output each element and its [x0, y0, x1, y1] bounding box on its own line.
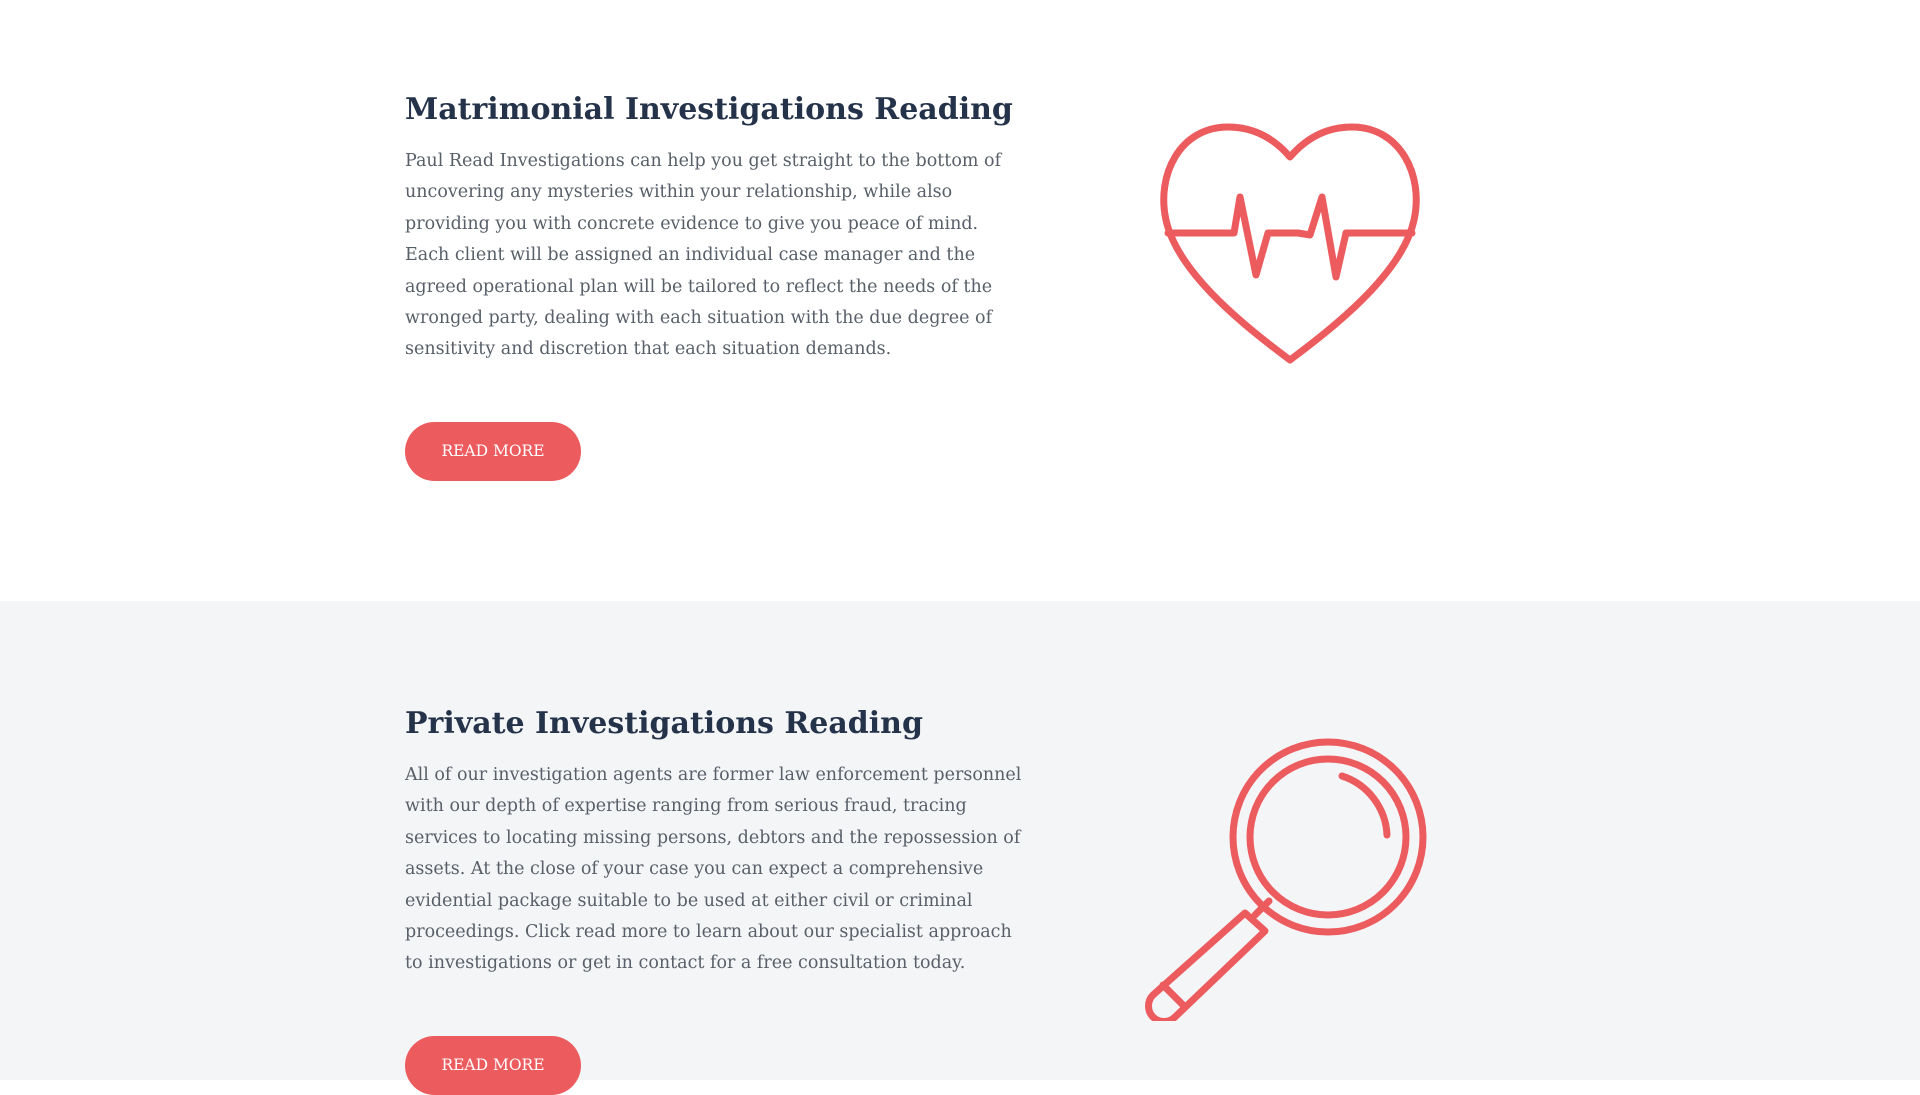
matrimonial-section: Matrimonial Investigations Reading Paul … [0, 0, 1920, 601]
matrimonial-heading: Matrimonial Investigations Reading [405, 92, 1013, 127]
private-read-more-button[interactable]: READ MORE [405, 1035, 581, 1095]
matrimonial-read-more-button[interactable]: READ MORE [405, 421, 581, 481]
private-heading: Private Investigations Reading [405, 706, 923, 741]
matrimonial-content: Matrimonial Investigations Reading Paul … [405, 88, 1025, 481]
matrimonial-description: Paul Read Investigations can help you ge… [405, 151, 1002, 360]
private-content: Private Investigations Reading All of ou… [405, 702, 1025, 1095]
heart-pulse-icon [1150, 115, 1430, 375]
private-section: Private Investigations Reading All of ou… [0, 601, 1920, 1095]
private-description: All of our investigation agents are form… [405, 765, 1022, 974]
magnifying-glass-icon [1145, 731, 1435, 1021]
